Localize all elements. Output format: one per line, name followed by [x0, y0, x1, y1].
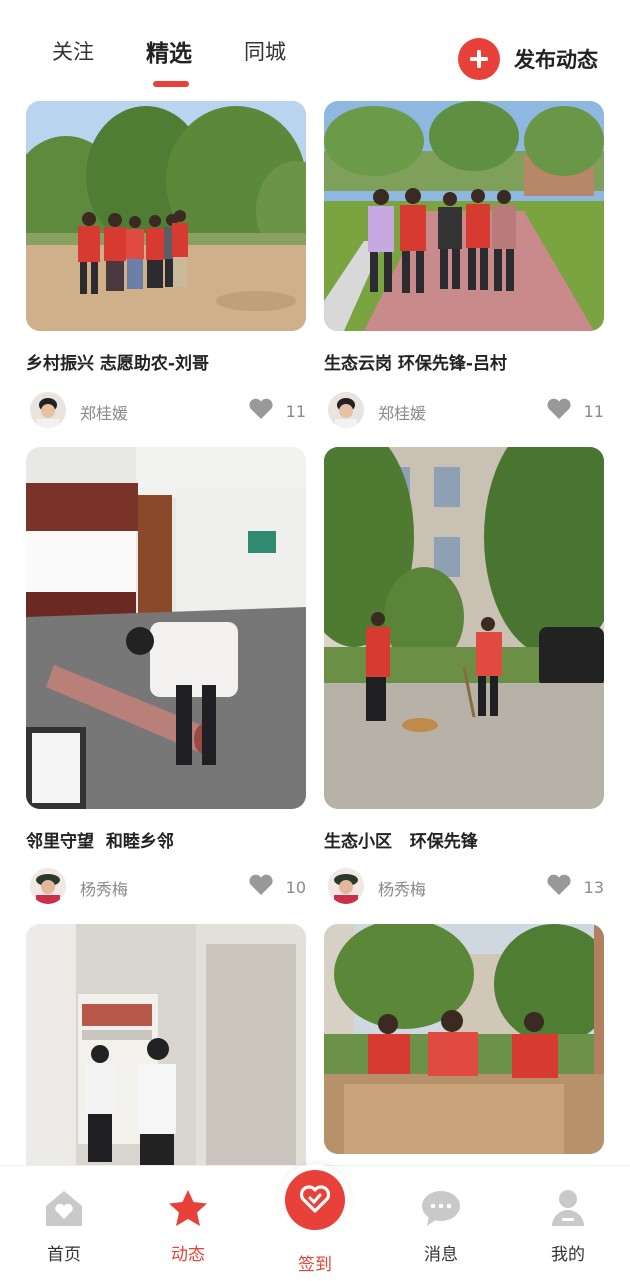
post-photo[interactable] — [324, 924, 604, 1154]
nav-item-label: 消息 — [424, 1245, 458, 1265]
heart-icon — [546, 874, 572, 900]
home-icon — [42, 1191, 86, 1232]
tab-follow[interactable]: 关注 — [52, 36, 94, 66]
post-author: 杨秀梅 10 — [26, 868, 306, 908]
post-author: 郑桂媛 11 — [26, 392, 306, 432]
post-photo[interactable] — [26, 924, 306, 1165]
heart-icon — [248, 398, 274, 424]
tab-featured[interactable]: 精选 — [146, 34, 192, 68]
heart-icon — [546, 398, 572, 424]
like-button[interactable]: 13 — [546, 874, 604, 900]
nav-item-messages[interactable]: 消息 — [396, 1188, 486, 1265]
post-title[interactable]: 邻里守望 和睦乡邻 — [26, 827, 174, 852]
checkin-button[interactable] — [285, 1170, 345, 1230]
like-count: 11 — [583, 401, 604, 421]
post-title[interactable]: 乡村振兴 志愿助农-刘哥 — [26, 349, 209, 374]
plus-icon — [458, 38, 500, 80]
nav-item-profile[interactable]: 我的 — [523, 1188, 613, 1265]
post-photo[interactable] — [26, 447, 306, 809]
star-icon — [166, 1190, 210, 1232]
avatar[interactable] — [328, 868, 364, 904]
author-name[interactable]: 杨秀梅 — [80, 876, 128, 900]
like-count: 13 — [583, 877, 604, 897]
avatar[interactable] — [30, 868, 66, 904]
like-button[interactable]: 11 — [546, 398, 604, 424]
nav-item-feed[interactable]: 动态 — [143, 1188, 233, 1265]
author-name[interactable]: 郑桂媛 — [378, 400, 426, 424]
like-button[interactable]: 11 — [248, 398, 306, 424]
profile-icon — [546, 1190, 590, 1232]
avatar[interactable] — [30, 392, 66, 428]
post-author: 郑桂媛 11 — [324, 392, 604, 432]
like-count: 11 — [285, 401, 306, 421]
post-photo[interactable] — [324, 101, 604, 331]
post-title[interactable]: 生态小区 环保先锋 — [324, 827, 478, 852]
nav-item-home[interactable]: 首页 — [19, 1188, 109, 1265]
post-author: 杨秀梅 13 — [324, 868, 604, 908]
post-title[interactable]: 生态云岗 环保先锋-吕村 — [324, 349, 507, 374]
like-button[interactable]: 10 — [248, 874, 306, 900]
top-bar: 关注 精选 同城 发布动态 — [0, 0, 630, 100]
checkin-icon — [297, 1180, 333, 1220]
nav-item-label: 首页 — [47, 1245, 81, 1265]
bottom-nav: 首页 动态 签到 消息 我的 — [0, 1164, 630, 1281]
avatar[interactable] — [328, 392, 364, 428]
nav-item-label: 动态 — [171, 1245, 205, 1265]
heart-icon — [248, 874, 274, 900]
checkin-label[interactable]: 签到 — [280, 1250, 350, 1275]
post-photo[interactable] — [26, 101, 306, 331]
author-name[interactable]: 郑桂媛 — [80, 400, 128, 424]
nav-item-label: 我的 — [551, 1245, 585, 1265]
publish-post-label: 发布动态 — [514, 48, 598, 72]
like-count: 10 — [285, 877, 306, 897]
publish-post-button[interactable]: 发布动态 — [458, 38, 598, 80]
active-tab-indicator — [153, 81, 189, 87]
tab-local[interactable]: 同城 — [244, 36, 286, 66]
author-name[interactable]: 杨秀梅 — [378, 876, 426, 900]
post-photo[interactable] — [324, 447, 604, 809]
message-icon — [419, 1191, 463, 1232]
